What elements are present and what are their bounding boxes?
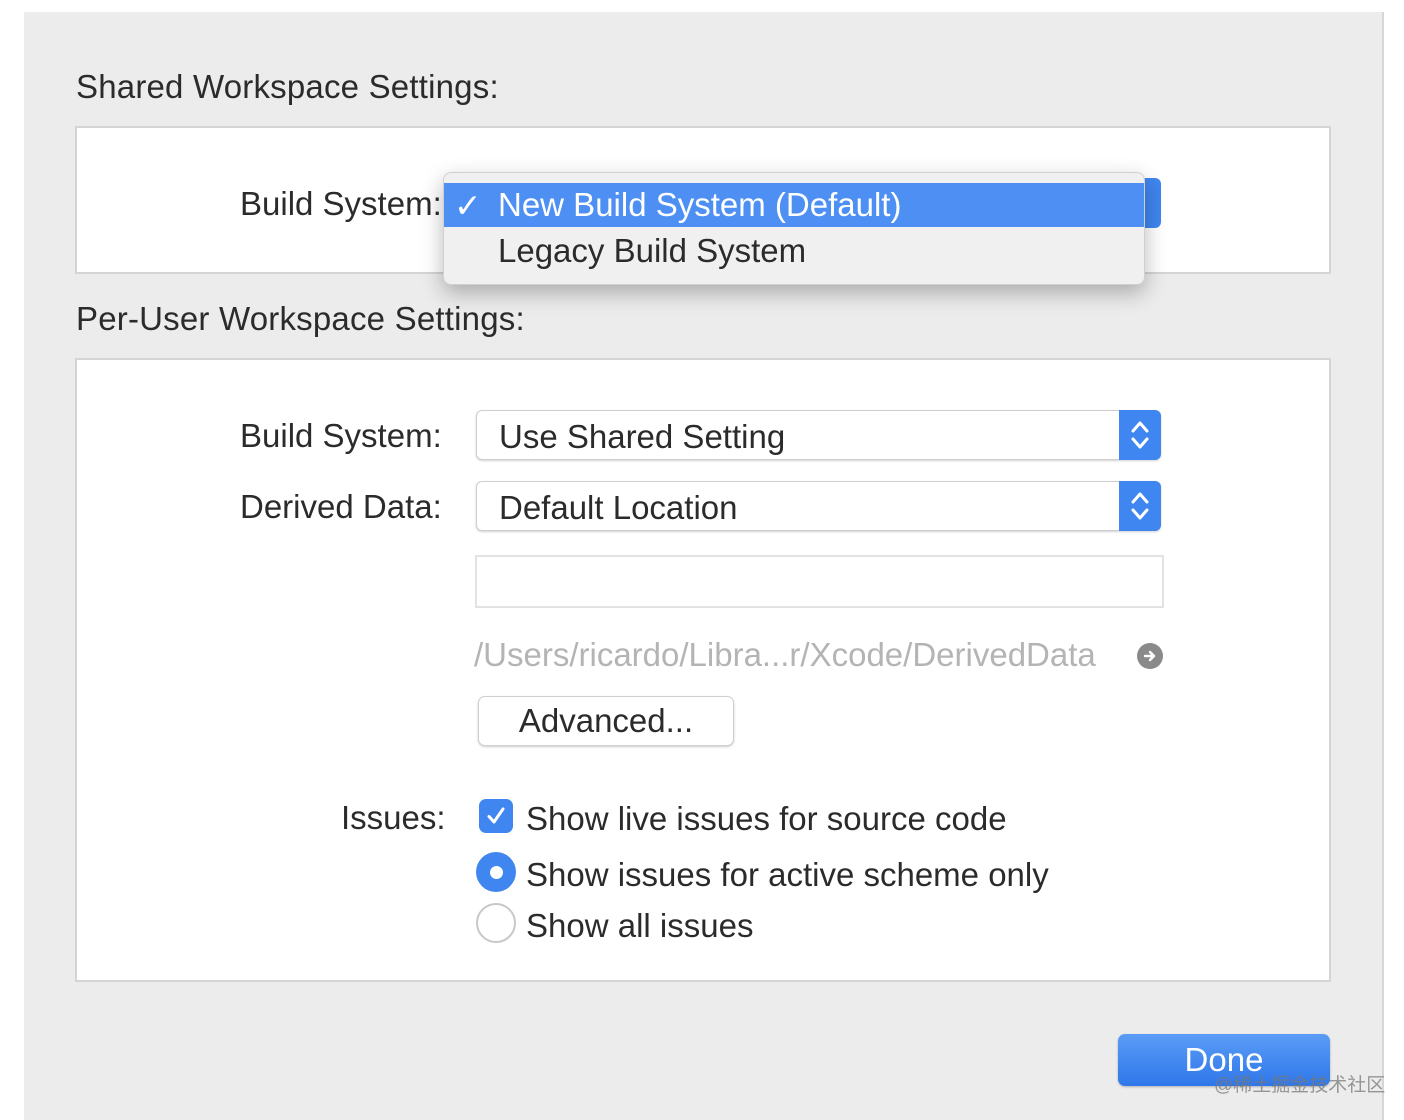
shared-settings-title: Shared Workspace Settings: <box>76 68 499 105</box>
issues-label: Issues: <box>341 799 446 836</box>
per-user-build-system-popup[interactable]: Use Shared Setting <box>476 410 1161 460</box>
derived-data-label: Derived Data: <box>240 488 442 525</box>
menu-item-label: New Build System (Default) <box>498 186 902 223</box>
per-user-build-system-label: Build System: <box>240 417 442 454</box>
menu-item-new-build-system[interactable]: ✓ New Build System (Default) <box>444 183 1144 227</box>
active-scheme-only-label[interactable]: Show issues for active scheme only <box>526 856 1049 894</box>
derived-data-value: Default Location <box>499 489 738 526</box>
watermark: @稀土掘金技术社区 <box>1214 1075 1386 1096</box>
menu-item-label: Legacy Build System <box>498 232 807 269</box>
advanced-button[interactable]: Advanced... <box>478 696 734 746</box>
all-issues-radio[interactable] <box>476 903 516 943</box>
build-system-dropdown-menu: ✓ New Build System (Default) Legacy Buil… <box>443 172 1145 285</box>
derived-data-path: /Users/ricardo/Libra...r/Xcode/DerivedDa… <box>474 636 1096 673</box>
per-user-settings-title: Per-User Workspace Settings: <box>76 300 525 337</box>
live-issues-checkbox[interactable] <box>479 799 513 833</box>
live-issues-label[interactable]: Show live issues for source code <box>526 800 1007 838</box>
all-issues-label[interactable]: Show all issues <box>526 907 753 945</box>
checkmark-icon <box>487 807 505 824</box>
shared-build-system-label: Build System: <box>240 185 442 222</box>
derived-data-popup[interactable]: Default Location <box>476 481 1161 531</box>
shared-build-system-popup-arrows[interactable] <box>1144 178 1161 228</box>
reveal-in-finder-icon[interactable] <box>1137 643 1163 669</box>
active-scheme-only-radio[interactable] <box>476 852 516 892</box>
checkmark-icon: ✓ <box>454 187 482 224</box>
up-down-arrows-icon <box>1119 410 1161 460</box>
up-down-arrows-icon <box>1119 481 1161 531</box>
menu-item-legacy-build-system[interactable]: Legacy Build System <box>444 229 1144 273</box>
custom-derived-data-path-field[interactable] <box>475 555 1164 608</box>
per-user-build-system-value: Use Shared Setting <box>499 418 786 455</box>
